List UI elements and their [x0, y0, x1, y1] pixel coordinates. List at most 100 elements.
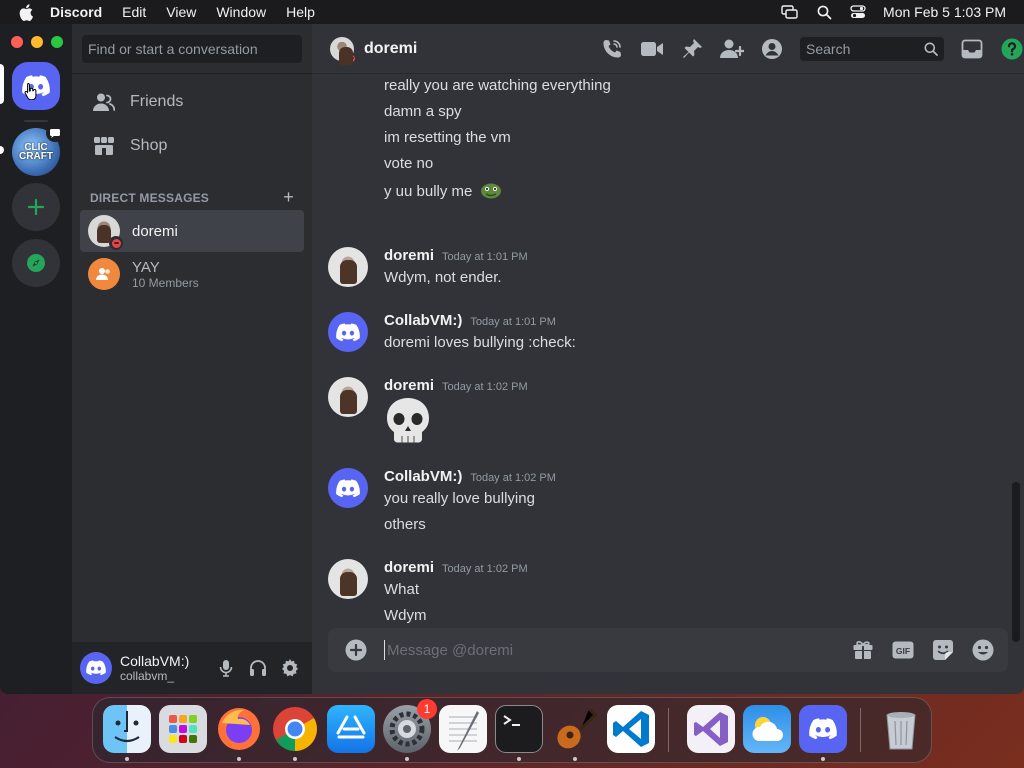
message-scrollbar[interactable]: [1012, 482, 1020, 642]
server-unread-indicator: [0, 146, 4, 154]
message-text: you really love bullying: [384, 490, 535, 507]
menu-window[interactable]: Window: [216, 4, 266, 20]
explore-servers-button[interactable]: [12, 239, 60, 287]
add-friend-to-dm-icon[interactable]: [720, 37, 744, 61]
compass-icon: [27, 254, 45, 272]
avatar[interactable]: [328, 247, 368, 287]
trash-icon: [886, 712, 916, 750]
create-dm-plus-icon[interactable]: +: [283, 187, 294, 208]
emoji-picker-icon[interactable]: [972, 639, 994, 661]
apple-menu-icon[interactable]: [16, 2, 36, 22]
direct-messages-home-button[interactable]: [12, 62, 60, 110]
dock-textedit[interactable]: [439, 705, 487, 753]
avatar[interactable]: [328, 377, 368, 417]
menu-app-name[interactable]: Discord: [50, 4, 102, 20]
spotlight-search-icon[interactable]: [815, 4, 833, 20]
running-indicator: [237, 757, 241, 761]
dm-name: YAY: [132, 258, 160, 276]
menu-bar-clock[interactable]: Mon Feb 5 1:03 PM: [883, 4, 1006, 20]
menu-view[interactable]: View: [166, 4, 196, 20]
message-header: CollabVM:) Today at 1:02 PM: [384, 468, 556, 485]
dock-trash[interactable]: [877, 705, 925, 753]
menu-edit[interactable]: Edit: [122, 4, 146, 20]
launchpad-icon: [169, 715, 197, 743]
message-timestamp: Today at 1:02 PM: [470, 472, 556, 484]
plus-icon: [27, 198, 45, 216]
dock-chrome[interactable]: [271, 705, 319, 753]
screen-mirror-icon[interactable]: [781, 4, 799, 20]
search-icon: [924, 42, 938, 56]
help-icon[interactable]: [1000, 37, 1024, 61]
chat-header: doremi Search: [312, 24, 1024, 74]
menu-help[interactable]: Help: [286, 4, 315, 20]
minimize-window-button[interactable]: [31, 36, 43, 48]
dock-garageband[interactable]: [551, 705, 599, 753]
dock-app-store[interactable]: [327, 705, 375, 753]
firefox-icon: [218, 708, 260, 750]
chrome-icon: [273, 707, 317, 751]
microphone-icon[interactable]: [216, 658, 236, 678]
notification-badge: 1: [417, 699, 437, 719]
message-composer: Message @doremi GIF: [328, 628, 1008, 672]
dock-firefox[interactable]: [215, 705, 263, 753]
macos-menu-bar: Discord Edit View Window Help Mon Feb 5 …: [0, 0, 1024, 24]
sticker-icon[interactable]: [932, 639, 954, 661]
vscode-icon: [613, 711, 649, 747]
direct-messages-header: DIRECT MESSAGES +: [90, 187, 294, 208]
dm-name: doremi: [132, 222, 178, 240]
headphones-icon[interactable]: [248, 658, 268, 678]
dm-member-count: 10 Members: [132, 275, 199, 290]
user-avatar[interactable]: [80, 652, 112, 684]
message-author[interactable]: doremi: [384, 377, 434, 394]
dock-launchpad[interactable]: [159, 705, 207, 753]
sidebar-item-friends[interactable]: Friends: [80, 81, 304, 123]
message-input[interactable]: Message @doremi: [387, 642, 513, 659]
user-username: collabvm_: [120, 669, 175, 683]
dock-discord[interactable]: [799, 705, 847, 753]
gif-icon[interactable]: GIF: [892, 639, 914, 661]
server-rail: CLIC CRAFT: [0, 24, 72, 694]
dock-finder[interactable]: [103, 705, 151, 753]
find-conversation-input[interactable]: Find or start a conversation: [82, 34, 302, 63]
dock-system-settings[interactable]: 1: [383, 699, 437, 753]
inbox-icon[interactable]: [960, 37, 984, 61]
dm-search-container: Find or start a conversation: [72, 24, 312, 74]
gift-icon[interactable]: [852, 639, 874, 661]
message-header: CollabVM:) Today at 1:01 PM: [384, 312, 556, 329]
dock-vscode[interactable]: [607, 705, 655, 753]
dm-sidebar: Find or start a conversation Friends Sho…: [72, 24, 312, 694]
sidebar-item-shop[interactable]: Shop: [80, 125, 304, 167]
friends-icon: [92, 90, 116, 114]
running-indicator: [293, 757, 297, 761]
attach-plus-icon[interactable]: [344, 638, 368, 662]
chat-search-input[interactable]: Search: [800, 36, 944, 61]
voice-call-icon[interactable]: [600, 37, 624, 61]
message-author[interactable]: CollabVM:): [384, 312, 462, 329]
dock-weather[interactable]: [743, 705, 791, 753]
user-identity[interactable]: CollabVM:) collabvm_: [120, 653, 189, 683]
dock-visual-studio[interactable]: [687, 705, 735, 753]
close-window-button[interactable]: [11, 36, 23, 48]
message-author[interactable]: doremi: [384, 559, 434, 576]
pin-icon[interactable]: [680, 37, 704, 61]
server-clic-craft[interactable]: CLIC CRAFT: [12, 124, 64, 176]
video-call-icon[interactable]: [640, 37, 664, 61]
avatar[interactable]: [328, 468, 368, 508]
user-profile-icon[interactable]: [760, 37, 784, 61]
add-server-button[interactable]: [12, 183, 60, 231]
dock-terminal[interactable]: [495, 705, 543, 753]
avatar[interactable]: [328, 312, 368, 352]
terminal-icon: [503, 715, 520, 726]
message-author[interactable]: CollabVM:): [384, 468, 462, 485]
gear-icon[interactable]: [280, 658, 300, 678]
shop-label: Shop: [130, 137, 168, 154]
message-timestamp: Today at 1:02 PM: [442, 381, 528, 393]
control-center-icon[interactable]: [849, 4, 867, 20]
zoom-window-button[interactable]: [51, 36, 63, 48]
dm-item-yay-group[interactable]: YAY 10 Members: [80, 253, 304, 295]
message-author[interactable]: doremi: [384, 247, 434, 264]
shop-icon: [92, 134, 116, 158]
dm-item-doremi[interactable]: doremi: [80, 210, 304, 252]
chat-area: doremi Search really you are watching ev…: [312, 24, 1024, 694]
avatar[interactable]: [328, 559, 368, 599]
